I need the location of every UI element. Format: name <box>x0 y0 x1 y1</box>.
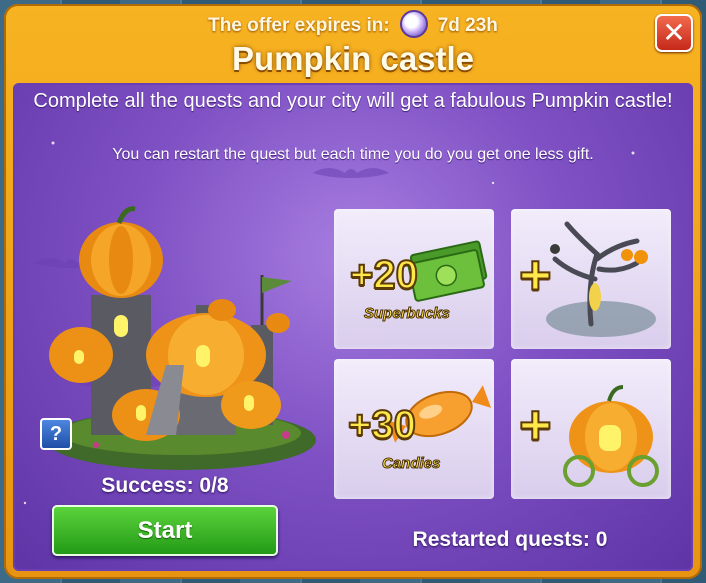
reward-card-tree: + <box>511 209 671 349</box>
close-icon: ✕ <box>662 16 686 49</box>
help-button[interactable]: ? <box>40 418 72 450</box>
carriage-plus: + <box>518 393 553 456</box>
pumpkin-castle-image <box>46 206 316 470</box>
restarted-quests-counter: Restarted quests: 0 <box>412 528 608 551</box>
reward-card-candies: +30 Candies <box>334 359 494 499</box>
superbucks-amount: +20 <box>349 252 419 298</box>
clock-icon <box>399 10 428 38</box>
candies-label: Candies <box>381 455 441 473</box>
success-counter: Success: 0/8 <box>101 474 229 497</box>
candies-amount: +30 <box>347 402 417 448</box>
expires-value: 7d 23h <box>437 15 498 37</box>
start-button[interactable]: Start <box>52 505 278 556</box>
tree-plus: + <box>518 243 553 306</box>
start-button-label: Start <box>137 517 193 544</box>
description-sub: You can restart the quest but each time … <box>112 146 594 163</box>
superbucks-label: Superbucks <box>364 305 451 323</box>
reward-card-carriage: + <box>511 359 671 499</box>
description-main: Complete all the quests and your city wi… <box>33 90 673 112</box>
close-button[interactable]: ✕ <box>655 14 693 52</box>
expires-label: The offer expires in: <box>208 15 390 37</box>
offer-timer: The offer expires in: 7d 23h <box>0 10 706 40</box>
dialog-title: Pumpkin castle <box>231 40 475 77</box>
reward-card-superbucks: +20 Superbucks <box>334 209 494 349</box>
